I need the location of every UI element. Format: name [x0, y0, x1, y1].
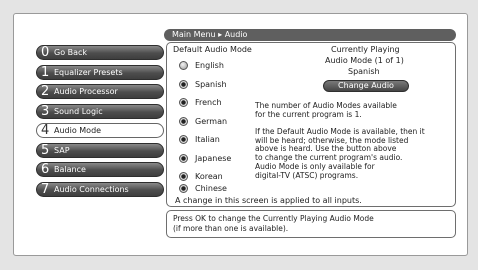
- radio-button-icon: [179, 184, 188, 193]
- radio-button-icon: [179, 117, 188, 126]
- default-mode-heading: Default Audio Mode: [173, 45, 252, 54]
- radio-label: Italian: [195, 135, 220, 144]
- radio-label: Chinese: [195, 184, 227, 193]
- radio-label: Japanese: [195, 154, 232, 163]
- menu-label: Go Back: [54, 48, 88, 57]
- menu-number: 3: [41, 104, 50, 119]
- menu-sap-button[interactable]: 5 SAP: [36, 143, 164, 158]
- currently-playing-heading: Currently Playing: [331, 45, 400, 54]
- radio-button-icon: [179, 135, 188, 144]
- menu-number: 2: [41, 84, 50, 99]
- radio-button-icon: [179, 80, 188, 89]
- currently-playing-language: Spanish: [348, 67, 380, 76]
- menu-audio-processor-button[interactable]: 2 Audio Processor: [36, 84, 164, 99]
- radio-label: French: [195, 98, 222, 107]
- menu-number: 7: [41, 182, 50, 197]
- menu-balance-button[interactable]: 6 Balance: [36, 162, 164, 177]
- menu-number: 6: [41, 162, 50, 177]
- default-mode-explanation: If the Default Audio Mode is available, …: [255, 127, 425, 162]
- menu-number: 0: [41, 45, 50, 60]
- applies-all-inputs-note: A change in this screen is applied to al…: [175, 196, 362, 205]
- digital-only-text: Audio Mode is only available for digital…: [255, 162, 375, 180]
- mode-count-text: The number of Audio Modes available for …: [255, 101, 397, 119]
- radio-label: Spanish: [195, 80, 227, 89]
- radio-label: German: [195, 117, 228, 126]
- radio-button-icon: [179, 98, 188, 107]
- menu-label: Sound Logic: [54, 107, 103, 116]
- menu-label: Audio Mode: [54, 126, 102, 135]
- breadcrumb: Main Menu ▸ Audio: [164, 29, 456, 41]
- menu-equalizer-presets-button[interactable]: 1 Equalizer Presets: [36, 65, 164, 80]
- menu-label: Balance: [54, 165, 86, 174]
- menu-label: Equalizer Presets: [54, 68, 123, 77]
- radio-label: English: [195, 61, 224, 70]
- menu-number: 5: [41, 143, 50, 158]
- menu-sound-logic-button[interactable]: 3 Sound Logic: [36, 104, 164, 119]
- help-text: Press OK to change the Currently Playing…: [166, 210, 456, 238]
- change-audio-button[interactable]: Change Audio: [323, 80, 409, 92]
- menu-audio-connections-button[interactable]: 7 Audio Connections: [36, 182, 164, 197]
- radio-button-icon: [179, 154, 188, 163]
- menu-number: 1: [41, 65, 50, 80]
- radio-label: Korean: [195, 172, 223, 181]
- menu-label: Audio Processor: [54, 87, 118, 96]
- radio-button-icon: [179, 172, 188, 181]
- menu-label: SAP: [54, 146, 70, 155]
- menu-label: Audio Connections: [54, 185, 129, 194]
- radio-button-icon: [179, 61, 188, 70]
- help-text-content: Press OK to change the Currently Playing…: [173, 214, 374, 233]
- menu-audio-mode-button[interactable]: 4 Audio Mode: [36, 123, 164, 138]
- menu-number: 4: [41, 123, 50, 138]
- currently-playing-mode: Audio Mode (1 of 1): [325, 56, 404, 65]
- menu-go-back-button[interactable]: 0 Go Back: [36, 45, 164, 60]
